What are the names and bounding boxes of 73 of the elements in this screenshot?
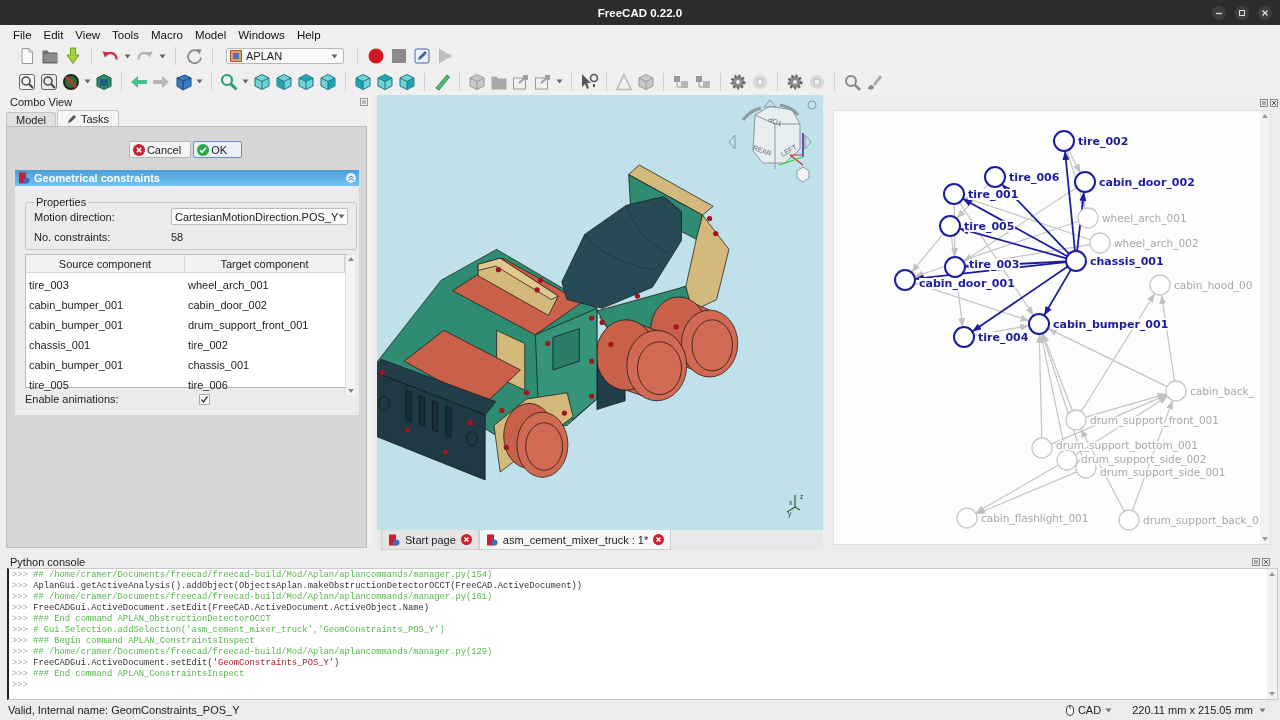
field-label: No. constraints: — [34, 231, 112, 243]
cancel-button[interactable]: Cancel — [128, 141, 192, 158]
panel-header-title: Geometrical constraints — [34, 172, 161, 184]
field-label: Motion direction: — [34, 210, 116, 223]
node-label: drum_support_front_001 — [1090, 414, 1219, 426]
node-label: drum_support_side_002 — [1081, 453, 1207, 465]
node-label: wheel_arch_001 — [1102, 212, 1187, 224]
node-label: drum_support_back_0 — [1143, 514, 1259, 526]
node-label: cabin_bumper_001 — [1053, 318, 1169, 331]
table-cell-text: chassis_001 — [187, 357, 251, 373]
column-header: Source component — [26, 255, 185, 273]
panel-title: Python console — [10, 555, 87, 568]
workbench-dropdown[interactable]: APLAN — [226, 48, 344, 64]
group-title: Properties — [35, 196, 88, 208]
console-line: >>> ## /home/cramer/Documents/freecad/freecad-build/Mod/Aplan/aplancommands/manager.py(161) — [12, 592, 494, 603]
console-line: >>> ### End command APLAN_ObstructionDetectorOCCT — [12, 614, 272, 625]
node-label: tire_006 — [1009, 171, 1060, 184]
document-tab[interactable]: Start page — [381, 530, 479, 550]
field-value: 58 — [171, 231, 185, 243]
console-line: >>> # Gui.Selection.addSelection('asm_cement_mixer_truck','GeomConstraints_POS_Y') — [12, 625, 446, 636]
navigation-style-button[interactable]: CAD — [1061, 704, 1117, 716]
table-cell-text: cabin_bumper_001 — [28, 297, 125, 313]
console-line: >>> ## /home/cramer/Documents/freecad/freecad-build/Mod/Aplan/aplancommands/manager.py(129) — [12, 647, 494, 658]
console-line: >>> FreeCADGui.ActiveDocument.setEdit(FreeCAD.ActiveDocument.ActiveObject.Name) — [12, 603, 431, 614]
node-label: wheel_arch_002 — [1114, 237, 1199, 249]
console-line: >>> FreeCADGui.ActiveDocument.setEdit('GeomConstraints_POS_Y') — [12, 658, 341, 669]
tab[interactable]: Tasks — [56, 110, 120, 126]
panel-title: Combo View — [10, 96, 74, 108]
table-cell-text: tire_005 — [28, 377, 70, 393]
console-line: >>> — [12, 680, 29, 691]
document-tab[interactable]: asm_cement_mixer_truck : 1* — [478, 530, 672, 550]
console-line: >>> ### End command APLAN_ConstraintsInspect — [12, 669, 246, 680]
table-cell-text: drum_support_front_001 — [187, 317, 310, 333]
node-label: chassis_001 — [1090, 255, 1164, 268]
motion-direction-dropdown[interactable]: CartesianMotionDirection.POS_Y — [171, 208, 348, 225]
column-header: Target component — [185, 255, 345, 273]
console-line: >>> ## /home/cramer/Documents/freecad/freecad-build/Mod/Aplan/aplancommands/manager.py(154) — [12, 570, 494, 581]
ok-button[interactable]: OK — [193, 141, 243, 158]
menu-item[interactable]: Macro — [144, 28, 189, 41]
console-line: >>> AplanGui.getActiveAnalysis().addObject(ObjectsAplan.makeObstructionDetectorOCCT(FreeCAD.ActiveDocument)) — [12, 581, 584, 592]
menu-item[interactable]: Model — [188, 28, 233, 41]
menu-item[interactable]: Windows — [232, 28, 291, 41]
checkbox-label: Enable animations: — [25, 393, 120, 405]
table-cell-text: cabin_bumper_001 — [28, 357, 125, 373]
console-line: >>> ### Begin command APLAN_ConstraintsInspect — [12, 636, 256, 647]
dimensions-button[interactable]: 220.11 mm x 215.05 mm — [1126, 703, 1272, 717]
table-cell-text: tire_002 — [187, 337, 229, 353]
table-cell-text: chassis_001 — [28, 337, 92, 353]
node-label: cabin_hood_00 — [1174, 279, 1253, 291]
node-label: tire_002 — [1078, 135, 1129, 148]
menu-item[interactable]: Tools — [106, 28, 145, 41]
menu-item[interactable]: Edit — [37, 28, 70, 41]
table-cell-text: cabin_door_002 — [187, 297, 268, 313]
table-cell-text: tire_006 — [187, 377, 229, 393]
menu-item[interactable]: File — [7, 28, 38, 41]
node-label: cabin_door_002 — [1099, 176, 1195, 189]
status-message: Valid, Internal name: GeomConstraints_POS_Y — [8, 704, 241, 716]
window-title: FreeCAD 0.22.0 — [597, 6, 683, 19]
table-cell-text: tire_003 — [28, 277, 70, 293]
node-label: cabin_flashlight_001 — [981, 512, 1089, 524]
node-label: tire_004 — [978, 331, 1029, 344]
menu-item[interactable]: View — [69, 28, 107, 41]
node-label: drum_support_bottom_001 — [1056, 439, 1198, 451]
node-label: tire_003 — [969, 258, 1020, 271]
node-label: cabin_back_ — [1190, 385, 1254, 397]
tab[interactable]: Model — [6, 112, 56, 126]
table-cell-text: cabin_bumper_001 — [28, 317, 125, 333]
node-label: tire_001 — [968, 188, 1019, 201]
menu-item[interactable]: Help — [290, 28, 327, 41]
node-label: tire_005 — [964, 220, 1015, 233]
node-label: cabin_door_001 — [919, 277, 1015, 290]
table-cell-text: wheel_arch_001 — [187, 277, 270, 293]
node-label: drum_support_side_001 — [1100, 466, 1226, 478]
